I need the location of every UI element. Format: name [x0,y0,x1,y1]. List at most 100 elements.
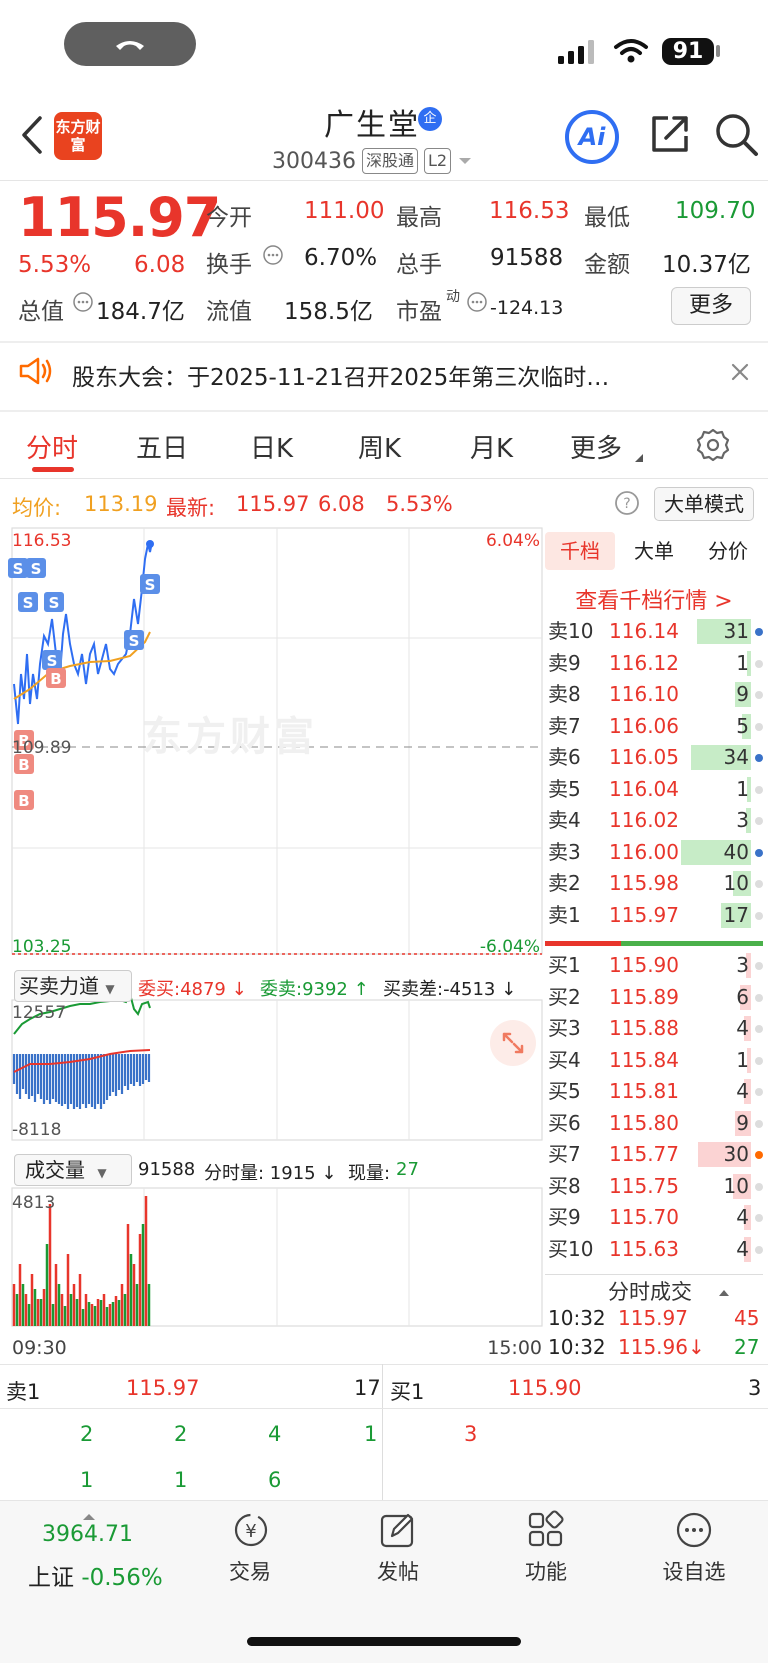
share-icon[interactable] [648,112,692,160]
level-volume: 4 [736,1236,749,1261]
level-dot [755,754,763,762]
nav-post-label[interactable]: 发帖 [348,1556,448,1586]
expand-icon[interactable] [490,1020,536,1066]
tab-weekly-k[interactable]: 周K [358,428,401,465]
search-icon[interactable] [714,112,760,162]
sell-level-row[interactable]: 卖8 116.10 9 [545,679,765,711]
queue-sell-volume: 17 [354,1376,381,1400]
sell-level-row[interactable]: 卖6 116.05 34 [545,742,765,774]
volume-selector[interactable]: 成交量 ▼ [14,1154,132,1186]
sell-level-row[interactable]: 卖9 116.12 1 [545,648,765,680]
tab-big-orders[interactable]: 大单 [619,532,689,570]
tick-row: 10:32 115.96↓ [548,1335,705,1359]
info-dots-icon[interactable] [72,291,94,317]
big-order-mode-button[interactable]: 大单模式 [654,487,754,521]
tab-price-distribution[interactable]: 分价 [693,532,763,570]
queue-item: 3 [464,1422,478,1446]
notice-text[interactable]: 股东大会：于2025-11-21召开2025年第三次临时… [72,358,609,392]
force-bars [12,1054,151,1109]
sell-level-row[interactable]: 卖10 116.14 31 [545,616,765,648]
buy-level-row[interactable]: 买1 115.90 3 [545,950,765,982]
info-dots-icon[interactable] [466,291,488,317]
nav-watchlist[interactable] [674,1510,714,1554]
index-percent: -0.56% [81,1565,163,1591]
sell-level-row[interactable]: 卖1 115.97 17 [545,900,765,932]
level-price: 116.00 [609,839,679,864]
level-dot [755,993,763,1002]
tick-time: 10:32 [548,1306,606,1330]
index-value[interactable]: 3964.71 [42,1522,133,1547]
tick-row: 10:32 115.97 [548,1306,688,1330]
current-price: 115.97 [18,186,221,249]
buy-level-row[interactable]: 买8 115.75 10 [545,1171,765,1203]
tab-monthly-k[interactable]: 月K [470,428,513,465]
intraday-chart[interactable]: S S S S S S S B B B B 116.53 6.04% 109.8… [0,524,546,1364]
help-icon[interactable]: ? [614,490,640,520]
tab-orderbook-depth[interactable]: 千档 [545,532,615,570]
home-indicator[interactable] [247,1637,521,1646]
level-label: 买2 [548,984,581,1009]
level-volume: 6 [736,984,749,1009]
close-icon[interactable] [730,362,750,386]
level-label: 买10 [548,1236,594,1261]
enterprise-badge: 企 [418,107,442,131]
tab-intraday[interactable]: 分时 [26,428,78,465]
amount-value: 10.37亿 [662,252,751,278]
svg-text:?: ? [623,496,630,512]
level-label: 买4 [548,1047,581,1072]
last-change: 6.08 [318,492,365,516]
level-label: 卖1 [548,902,581,927]
low-label: 最低 [584,205,630,231]
level-volume: 9 [736,682,749,706]
index-row[interactable]: 上证 -0.56% [28,1558,163,1592]
sell-level-row[interactable]: 卖2 115.98 10 [545,868,765,900]
buy-level-row[interactable]: 买4 115.84 1 [545,1045,765,1077]
settings-gear-icon[interactable] [695,427,731,467]
more-button[interactable]: 更多 [671,287,751,325]
level-volume: 5 [736,713,749,738]
wifi-icon [613,38,649,68]
buy-level-row[interactable]: 买5 115.81 4 [545,1076,765,1108]
tab-daily-k[interactable]: 日K [250,428,293,465]
level-dot [755,1182,763,1191]
tick-volume: 27 [734,1335,760,1359]
level-label: 买8 [548,1173,581,1198]
nav-post[interactable] [376,1510,420,1554]
sell-level-row[interactable]: 卖5 116.04 1 [545,774,765,806]
nav-features-label[interactable]: 功能 [496,1556,596,1586]
buy-level-row[interactable]: 买2 115.89 6 [545,982,765,1014]
buy-level-row[interactable]: 买10 115.63 4 [545,1234,765,1266]
tab-more[interactable]: 更多 [570,428,622,465]
nav-trade[interactable]: ¥ [226,1510,276,1554]
sell-level-row[interactable]: 卖4 116.02 3 [545,805,765,837]
nav-features[interactable] [526,1510,566,1554]
dropdown-icon[interactable] [457,156,473,166]
nav-trade-label[interactable]: 交易 [200,1556,300,1586]
float-value: 158.5亿 [284,299,373,325]
buy-level-row[interactable]: 买6 115.80 9 [545,1108,765,1140]
tab-five-day[interactable]: 五日 [136,428,188,465]
ai-button[interactable]: Ai [565,110,619,164]
level-volume: 1 [736,1047,749,1072]
collapse-up-icon[interactable] [718,1283,730,1302]
volume-max-value: 4813 [12,1193,55,1213]
level-price: 115.98 [609,871,679,895]
level-price: 115.80 [609,1110,679,1135]
buy-level-row[interactable]: 买7 115.77 30 [545,1139,765,1171]
sell-level-row[interactable]: 卖7 116.06 5 [545,711,765,743]
queue-sell-label: 卖1 [6,1380,41,1404]
info-dots-icon[interactable] [262,244,284,270]
view-depth-link[interactable]: 查看千档行情 > [545,583,763,615]
call-indicator[interactable] [64,22,196,66]
svg-text:S: S [49,594,60,612]
buy-level-row[interactable]: 买9 115.70 4 [545,1202,765,1234]
buy-level-row[interactable]: 买3 115.88 4 [545,1013,765,1045]
queue-center-divider [382,1364,383,1500]
grid-icon [528,1510,564,1547]
sell-level-row[interactable]: 卖3 116.00 40 [545,837,765,869]
nav-watchlist-label[interactable]: 设自选 [644,1556,744,1586]
amount-label: 金额 [584,252,630,278]
queue-sell-price: 115.97 [126,1376,200,1400]
force-selector[interactable]: 买卖力道 ▼ [14,970,132,1002]
volume-title: 成交量 [25,1158,85,1182]
